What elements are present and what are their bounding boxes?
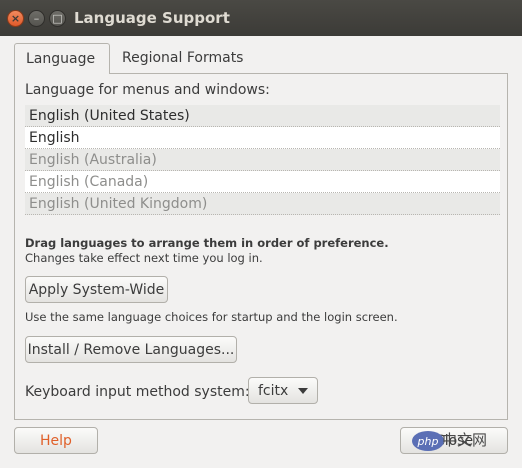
window-close-icon[interactable]: ×: [7, 10, 24, 27]
keyboard-input-method-value: fcitx: [258, 382, 289, 399]
language-item-english-uk[interactable]: English (United Kingdom): [25, 193, 500, 215]
apply-system-wide-button[interactable]: Apply System-Wide: [25, 276, 168, 303]
language-item-english-canada[interactable]: English (Canada): [25, 171, 500, 193]
changes-note: Changes take effect next time you log in…: [25, 251, 263, 265]
startup-note: Use the same language choices for startu…: [25, 310, 398, 324]
language-list: English (United States) English English …: [25, 105, 500, 215]
title-bar: × – □ Language Support: [0, 0, 522, 36]
tab-language[interactable]: Language: [14, 43, 110, 74]
tab-regional-formats[interactable]: Regional Formats: [111, 43, 256, 74]
language-item-english-australia[interactable]: English (Australia): [25, 149, 500, 171]
language-item-english[interactable]: English: [25, 127, 500, 149]
drag-instruction: Drag languages to arrange them in order …: [25, 236, 389, 250]
keyboard-input-method-dropdown[interactable]: fcitx: [248, 377, 318, 404]
window-minimize-icon[interactable]: –: [28, 10, 45, 27]
language-list-label: Language for menus and windows:: [25, 82, 270, 98]
install-remove-languages-button[interactable]: Install / Remove Languages...: [25, 336, 237, 363]
window-title: Language Support: [74, 9, 230, 27]
watermark-text: 中文网: [442, 431, 488, 449]
help-button[interactable]: Help: [14, 427, 98, 454]
chevron-down-icon: [298, 388, 308, 394]
language-item-english-us[interactable]: English (United States): [25, 105, 500, 127]
keyboard-input-method-label: Keyboard input method system:: [25, 384, 250, 400]
window-maximize-icon[interactable]: □: [49, 10, 66, 27]
